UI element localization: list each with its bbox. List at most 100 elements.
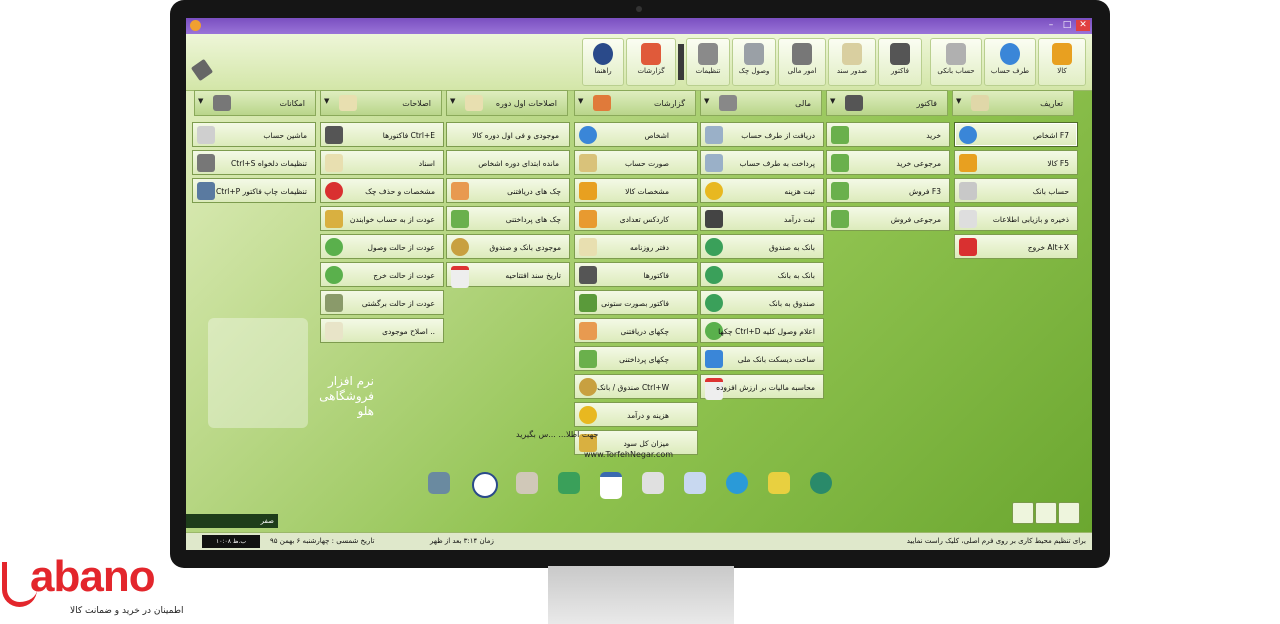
menu-item-invoices[interactable]: فاکتورها [574, 262, 698, 287]
menu-item-paid-cheques[interactable]: چکهای پرداختنی [574, 346, 698, 371]
person-icon [1000, 43, 1020, 65]
menu-item-calculator[interactable]: ماشین حساب [192, 122, 316, 147]
coin-icon [579, 406, 597, 424]
dropdown-arrow-icon[interactable]: ▼ [450, 97, 455, 105]
menu-item-received-cheques[interactable]: چکهای دریافتنی [574, 318, 698, 343]
menu-header-definitions[interactable]: ▼ تعاریف [952, 90, 1074, 116]
telegram-icon[interactable] [726, 472, 748, 494]
bar-chart-icon [579, 294, 597, 312]
dropdown-arrow-icon[interactable]: ▼ [830, 97, 835, 105]
menu-item-return-spend[interactable]: عودت از حالت خرج [320, 262, 444, 287]
printer-icon[interactable] [1058, 502, 1080, 524]
menu-item-bank-to-bank[interactable]: بانک به بانک [700, 262, 824, 287]
menu-item-exit[interactable]: خروج Alt+X [954, 234, 1078, 259]
menu-item-fix-documents[interactable]: اسناد [320, 150, 444, 175]
cheque-icon [579, 322, 597, 340]
menu-item-expense-income[interactable]: هزینه و درآمد [574, 402, 698, 427]
menu-header-reports[interactable]: ▼ گزارشات [574, 90, 696, 116]
sync-icon[interactable] [810, 472, 832, 494]
exit-door-icon[interactable] [428, 472, 450, 494]
tools-icon[interactable] [190, 58, 214, 82]
menu-header-opening[interactable]: ▼ اصلاحات اول دوره [446, 90, 568, 116]
menu-item-bank-to-cash[interactable]: بانک به صندوق [700, 234, 824, 259]
contact-text: جهت اطلا... ...س بگیرید [516, 430, 599, 439]
weather-icon[interactable] [516, 472, 538, 494]
invoice-button[interactable]: فاکتور [878, 38, 922, 86]
menu-item-income[interactable]: ثبت درآمد [700, 206, 824, 231]
menu-header-corrections[interactable]: ▼ اصلاحات [320, 90, 442, 116]
menu-item-vat[interactable]: محاسبه مالیات بر ارزش افزوده [700, 374, 824, 400]
menu-item-opening-paid-cheques[interactable]: چک های پرداختنی [446, 206, 570, 231]
goods-icon [579, 182, 597, 200]
menu-item-return-collect[interactable]: عودت از حالت وصول [320, 234, 444, 259]
menu-item-custom-settings[interactable]: Ctrl+S تنظیمات دلخواه [192, 150, 316, 175]
site-url[interactable]: www.TorfehNegar.com [584, 450, 673, 459]
invoice-icon [890, 43, 910, 65]
menu-item-column-invoice[interactable]: فاکتور بصورت ستونی [574, 290, 698, 315]
toolbar: راهنما گزارشات تنظیمات وصول چک امور مالی… [186, 34, 1092, 91]
user-icon[interactable] [1035, 502, 1057, 524]
menu-item-opening-stock[interactable]: موجودی و فی اول دوره کالا [446, 122, 570, 147]
menu-header-invoice[interactable]: ▼ فاکتور [826, 90, 948, 116]
menu-item-bank-account[interactable]: حساب بانک [954, 178, 1078, 203]
menu-item-cash-bank[interactable]: صندوق / بانک Ctrl+W [574, 374, 698, 399]
menu-item-receive[interactable]: دریافت از طرف حساب [700, 122, 824, 147]
menu-item-return-bounced[interactable]: عودت از حالت برگشتی [320, 290, 444, 315]
menu-item-sale[interactable]: فروش F3 [826, 178, 950, 203]
menu-item-backup[interactable]: ذخیره و بازیابی اطلاعات [954, 206, 1078, 231]
dropdown-arrow-icon[interactable]: ▼ [578, 97, 583, 105]
menu-item-purchase[interactable]: خرید [826, 122, 950, 147]
menu-item-opening-received-cheques[interactable]: چک های دریافتنی [446, 178, 570, 203]
menu-item-persons-report[interactable]: اشخاص [574, 122, 698, 147]
voucher-button[interactable]: صدور سند [828, 38, 876, 86]
finance-button[interactable]: امور مالی [778, 38, 826, 86]
screen-icon[interactable] [1012, 502, 1034, 524]
close-button[interactable]: ✕ [1076, 20, 1090, 31]
dropdown-arrow-icon[interactable]: ▼ [704, 97, 709, 105]
menu-item-fix-invoices[interactable]: فاکتورها Ctrl+E [320, 122, 444, 147]
menu-item-journal[interactable]: دفتر روزنامه [574, 234, 698, 259]
cheque-collect-button[interactable]: وصول چک [732, 38, 776, 86]
counterparty-button[interactable]: طرف حساب [984, 38, 1036, 86]
menu-item-expense[interactable]: ثبت هزینه [700, 178, 824, 203]
menu-header-facilities[interactable]: ▼ امکانات [194, 90, 316, 116]
notes-icon[interactable] [684, 472, 706, 494]
phone-icon[interactable] [558, 472, 580, 494]
card-icon [959, 182, 977, 200]
menu-item-purchase-return[interactable]: مرجوعی خرید [826, 150, 950, 175]
menu-item-print-settings[interactable]: Ctrl+P تنظیمات چاپ فاکتور [192, 178, 316, 203]
medal-icon [579, 378, 597, 396]
menu-item-return-deposit[interactable]: عودت از به حساب خوابندن [320, 206, 444, 231]
menu-item-opening-balance[interactable]: مانده ابتدای دوره اشخاص [446, 150, 570, 175]
menu-header-finance[interactable]: ▼ مالی [700, 90, 822, 116]
menu-item-bank-disk[interactable]: ساخت دیسکت بانک ملی [700, 346, 824, 371]
whatsapp-icon[interactable] [768, 472, 790, 494]
reports-button[interactable]: گزارشات [626, 38, 676, 86]
menu-item-goods[interactable]: کالا F5 [954, 150, 1078, 175]
bank-account-button[interactable]: حساب بانکی [930, 38, 982, 86]
help-icon[interactable] [472, 472, 498, 498]
menu-item-cardex[interactable]: کاردکس تعدادی [574, 206, 698, 231]
dropdown-arrow-icon[interactable]: ▼ [324, 97, 329, 105]
menu-item-pay[interactable]: پرداخت به طرف حساب [700, 150, 824, 175]
calculator-icon[interactable] [642, 472, 664, 494]
calendar-icon[interactable] [600, 472, 622, 499]
goods-button[interactable]: کالا [1038, 38, 1086, 86]
dropdown-arrow-icon[interactable]: ▼ [956, 97, 961, 105]
menu-item-sale-return[interactable]: مرجوعی فروش [826, 206, 950, 231]
maximize-button[interactable]: □ [1060, 20, 1074, 31]
menu-item-opening-date[interactable]: تاریخ سند افتتاحیه [446, 262, 570, 288]
menu-item-goods-specs[interactable]: مشخصات کالا [574, 178, 698, 203]
menu-item-persons[interactable]: اشخاص F7 [954, 122, 1078, 147]
menu-item-cheque-specs[interactable]: مشخصات و حذف چک [320, 178, 444, 203]
menu-item-opening-bank-cash[interactable]: موجودی بانک و صندوق [446, 234, 570, 259]
help-button[interactable]: راهنما [582, 38, 624, 86]
minimize-button[interactable]: – [1044, 20, 1058, 31]
calculator-icon [197, 126, 215, 144]
menu-item-cash-to-bank[interactable]: صندوق به بانک [700, 290, 824, 315]
basket-icon [831, 126, 849, 144]
menu-item-statement[interactable]: صورت حساب [574, 150, 698, 175]
settings-button[interactable]: تنظیمات [686, 38, 730, 86]
menu-item-cheques[interactable]: چکها Ctrl+D اعلام وصول کلیه [700, 318, 824, 343]
dropdown-arrow-icon[interactable]: ▼ [198, 97, 203, 105]
